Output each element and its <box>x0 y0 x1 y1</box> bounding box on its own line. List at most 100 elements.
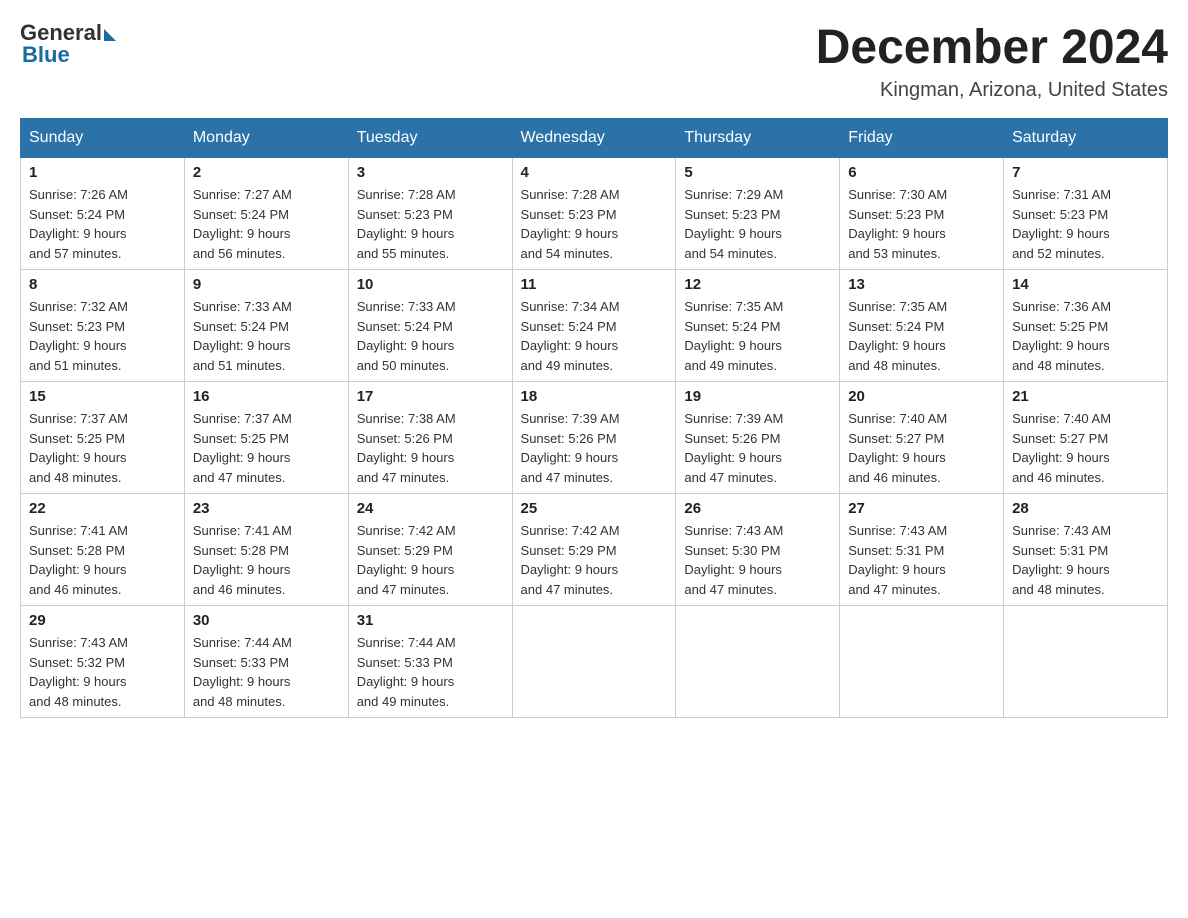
day-cell-31: 31 Sunrise: 7:44 AMSunset: 5:33 PMDayligh… <box>348 606 512 718</box>
day-info: Sunrise: 7:41 AMSunset: 5:28 PMDaylight:… <box>193 521 340 599</box>
weekday-header-sunday: Sunday <box>21 119 185 158</box>
day-cell-20: 20 Sunrise: 7:40 AMSunset: 5:27 PMDayligh… <box>840 382 1004 494</box>
week-row-1: 1Sunrise: 7:26 AMSunset: 5:24 PMDaylight… <box>21 158 1168 270</box>
day-info: Sunrise: 7:37 AMSunset: 5:25 PMDaylight:… <box>193 409 340 487</box>
day-cell-8: 8 Sunrise: 7:32 AMSunset: 5:23 PMDaylight… <box>21 270 185 382</box>
empty-cell <box>840 606 1004 718</box>
day-number: 17 <box>357 388 504 405</box>
day-info: Sunrise: 7:35 AMSunset: 5:24 PMDaylight:… <box>684 297 831 375</box>
day-number: 21 <box>1012 388 1159 405</box>
day-cell-4: 4 Sunrise: 7:28 AMSunset: 5:23 PMDaylight… <box>512 158 676 270</box>
day-cell-12: 12 Sunrise: 7:35 AMSunset: 5:24 PMDayligh… <box>676 270 840 382</box>
day-info: Sunrise: 7:30 AMSunset: 5:23 PMDaylight:… <box>848 185 995 263</box>
day-cell-3: 3 Sunrise: 7:28 AMSunset: 5:23 PMDaylight… <box>348 158 512 270</box>
day-number: 2 <box>193 164 340 181</box>
month-title: December 2024 <box>816 20 1168 75</box>
day-number: 26 <box>684 500 831 517</box>
day-info: Sunrise: 7:43 AMSunset: 5:30 PMDaylight:… <box>684 521 831 599</box>
day-info: Sunrise: 7:28 AMSunset: 5:23 PMDaylight:… <box>521 185 668 263</box>
page-header: General Blue December 2024 Kingman, Ariz… <box>20 20 1168 102</box>
day-info: Sunrise: 7:29 AMSunset: 5:23 PMDaylight:… <box>684 185 831 263</box>
day-cell-28: 28Sunrise: 7:43 AMSunset: 5:31 PMDayligh… <box>1004 494 1168 606</box>
day-cell-23: 23 Sunrise: 7:41 AMSunset: 5:28 PMDayligh… <box>184 494 348 606</box>
day-info: Sunrise: 7:37 AMSunset: 5:25 PMDaylight:… <box>29 409 176 487</box>
day-number: 7 <box>1012 164 1159 181</box>
day-number: 22 <box>29 500 176 517</box>
day-cell-9: 9 Sunrise: 7:33 AMSunset: 5:24 PMDaylight… <box>184 270 348 382</box>
day-cell-25: 25Sunrise: 7:42 AMSunset: 5:29 PMDayligh… <box>512 494 676 606</box>
day-cell-15: 15Sunrise: 7:37 AMSunset: 5:25 PMDayligh… <box>21 382 185 494</box>
day-number: 4 <box>521 164 668 181</box>
day-cell-30: 30Sunrise: 7:44 AMSunset: 5:33 PMDayligh… <box>184 606 348 718</box>
day-info: Sunrise: 7:27 AMSunset: 5:24 PMDaylight:… <box>193 185 340 263</box>
day-info: Sunrise: 7:44 AMSunset: 5:33 PMDaylight:… <box>357 633 504 711</box>
calendar-table: SundayMondayTuesdayWednesdayThursdayFrid… <box>20 118 1168 718</box>
day-cell-27: 27 Sunrise: 7:43 AMSunset: 5:31 PMDayligh… <box>840 494 1004 606</box>
day-cell-1: 1Sunrise: 7:26 AMSunset: 5:24 PMDaylight… <box>21 158 185 270</box>
day-number: 27 <box>848 500 995 517</box>
day-number: 8 <box>29 276 176 293</box>
day-info: Sunrise: 7:31 AMSunset: 5:23 PMDaylight:… <box>1012 185 1159 263</box>
weekday-header-saturday: Saturday <box>1004 119 1168 158</box>
day-number: 31 <box>357 612 504 629</box>
weekday-header-monday: Monday <box>184 119 348 158</box>
day-number: 13 <box>848 276 995 293</box>
day-number: 23 <box>193 500 340 517</box>
day-info: Sunrise: 7:33 AMSunset: 5:24 PMDaylight:… <box>193 297 340 375</box>
day-number: 18 <box>521 388 668 405</box>
day-number: 10 <box>357 276 504 293</box>
weekday-header-tuesday: Tuesday <box>348 119 512 158</box>
day-cell-2: 2 Sunrise: 7:27 AMSunset: 5:24 PMDaylight… <box>184 158 348 270</box>
day-info: Sunrise: 7:35 AMSunset: 5:24 PMDaylight:… <box>848 297 995 375</box>
day-number: 11 <box>521 276 668 293</box>
empty-cell <box>512 606 676 718</box>
day-number: 30 <box>193 612 340 629</box>
weekday-header-thursday: Thursday <box>676 119 840 158</box>
day-number: 3 <box>357 164 504 181</box>
day-number: 12 <box>684 276 831 293</box>
day-info: Sunrise: 7:40 AMSunset: 5:27 PMDaylight:… <box>1012 409 1159 487</box>
day-number: 16 <box>193 388 340 405</box>
day-info: Sunrise: 7:39 AMSunset: 5:26 PMDaylight:… <box>684 409 831 487</box>
day-info: Sunrise: 7:42 AMSunset: 5:29 PMDaylight:… <box>521 521 668 599</box>
location-text: Kingman, Arizona, United States <box>816 79 1168 102</box>
logo-blue-text: Blue <box>20 42 70 68</box>
day-info: Sunrise: 7:41 AMSunset: 5:28 PMDaylight:… <box>29 521 176 599</box>
weekday-header-row: SundayMondayTuesdayWednesdayThursdayFrid… <box>21 119 1168 158</box>
day-number: 14 <box>1012 276 1159 293</box>
week-row-5: 29 Sunrise: 7:43 AMSunset: 5:32 PMDayligh… <box>21 606 1168 718</box>
week-row-4: 22 Sunrise: 7:41 AMSunset: 5:28 PMDayligh… <box>21 494 1168 606</box>
day-info: Sunrise: 7:34 AMSunset: 5:24 PMDaylight:… <box>521 297 668 375</box>
day-info: Sunrise: 7:28 AMSunset: 5:23 PMDaylight:… <box>357 185 504 263</box>
day-cell-11: 11 Sunrise: 7:34 AMSunset: 5:24 PMDayligh… <box>512 270 676 382</box>
day-cell-17: 17 Sunrise: 7:38 AMSunset: 5:26 PMDayligh… <box>348 382 512 494</box>
day-number: 9 <box>193 276 340 293</box>
logo: General Blue <box>20 20 116 68</box>
day-cell-5: 5 Sunrise: 7:29 AMSunset: 5:23 PMDaylight… <box>676 158 840 270</box>
day-cell-24: 24 Sunrise: 7:42 AMSunset: 5:29 PMDayligh… <box>348 494 512 606</box>
day-cell-10: 10 Sunrise: 7:33 AMSunset: 5:24 PMDayligh… <box>348 270 512 382</box>
day-info: Sunrise: 7:40 AMSunset: 5:27 PMDaylight:… <box>848 409 995 487</box>
day-info: Sunrise: 7:33 AMSunset: 5:24 PMDaylight:… <box>357 297 504 375</box>
day-number: 20 <box>848 388 995 405</box>
day-number: 29 <box>29 612 176 629</box>
week-row-2: 8 Sunrise: 7:32 AMSunset: 5:23 PMDaylight… <box>21 270 1168 382</box>
day-info: Sunrise: 7:39 AMSunset: 5:26 PMDaylight:… <box>521 409 668 487</box>
day-number: 5 <box>684 164 831 181</box>
weekday-header-wednesday: Wednesday <box>512 119 676 158</box>
day-info: Sunrise: 7:38 AMSunset: 5:26 PMDaylight:… <box>357 409 504 487</box>
day-cell-7: 7 Sunrise: 7:31 AMSunset: 5:23 PMDaylight… <box>1004 158 1168 270</box>
day-info: Sunrise: 7:43 AMSunset: 5:32 PMDaylight:… <box>29 633 176 711</box>
day-info: Sunrise: 7:36 AMSunset: 5:25 PMDaylight:… <box>1012 297 1159 375</box>
day-cell-26: 26 Sunrise: 7:43 AMSunset: 5:30 PMDayligh… <box>676 494 840 606</box>
day-cell-14: 14 Sunrise: 7:36 AMSunset: 5:25 PMDayligh… <box>1004 270 1168 382</box>
day-number: 19 <box>684 388 831 405</box>
day-info: Sunrise: 7:43 AMSunset: 5:31 PMDaylight:… <box>848 521 995 599</box>
day-info: Sunrise: 7:32 AMSunset: 5:23 PMDaylight:… <box>29 297 176 375</box>
day-cell-21: 21 Sunrise: 7:40 AMSunset: 5:27 PMDayligh… <box>1004 382 1168 494</box>
logo-triangle-icon <box>104 29 116 41</box>
week-row-3: 15Sunrise: 7:37 AMSunset: 5:25 PMDayligh… <box>21 382 1168 494</box>
day-info: Sunrise: 7:42 AMSunset: 5:29 PMDaylight:… <box>357 521 504 599</box>
day-number: 24 <box>357 500 504 517</box>
empty-cell <box>676 606 840 718</box>
